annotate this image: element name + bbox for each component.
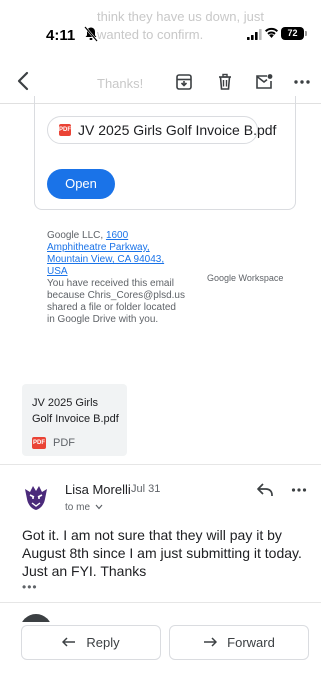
attachment-tile[interactable]: JV 2025 Girls Golf Invoice B.pdf PDF PDF: [22, 384, 127, 456]
recipient-toggle[interactable]: to me: [65, 502, 103, 513]
pdf-file-icon: PDF: [32, 437, 46, 449]
more-horizontal-icon[interactable]: [291, 484, 307, 496]
open-button[interactable]: Open: [47, 169, 115, 199]
status-time: 4:11: [46, 27, 76, 44]
pdf-file-icon: PDF: [59, 124, 71, 136]
bell-muted-icon: [84, 26, 98, 42]
message-date: Jul 31: [131, 483, 161, 495]
address-link[interactable]: Amphitheatre Parkway,: [47, 242, 150, 253]
file-chip-name: JV 2025 Girls Golf Invoice B.pdf: [78, 122, 277, 138]
sender-avatar[interactable]: [20, 480, 52, 512]
email-footer: Google LLC, 1600 Amphitheatre Parkway, M…: [47, 230, 185, 325]
wildcat-logo-icon: [20, 480, 52, 512]
mark-unread-icon[interactable]: [254, 72, 274, 92]
message-divider: [0, 602, 321, 603]
file-chip[interactable]: PDF JV 2025 Girls Golf Invoice B.pdf: [47, 116, 276, 144]
forward-button[interactable]: Forward: [169, 625, 309, 660]
attachment-type: PDF: [53, 437, 75, 449]
forward-icon: [204, 637, 218, 647]
address-link[interactable]: Mountain View, CA 94043,: [47, 254, 164, 265]
message-divider: [0, 464, 321, 465]
reply-icon: [62, 637, 76, 647]
show-trimmed-content-button[interactable]: •••: [22, 580, 38, 594]
reply-icon[interactable]: [256, 482, 274, 498]
reply-button[interactable]: Reply: [21, 625, 161, 660]
address-link[interactable]: USA: [47, 266, 68, 277]
trash-icon[interactable]: [215, 72, 235, 92]
message-body: Got it. I am not sure that they will pay…: [22, 527, 302, 579]
wifi-icon: [265, 27, 278, 38]
chevron-down-icon: [95, 504, 103, 510]
battery-indicator: 72: [281, 27, 307, 40]
address-link[interactable]: 1600: [106, 230, 128, 241]
sender-name[interactable]: Lisa Morelli: [65, 482, 131, 497]
attachment-title: JV 2025 Girls Golf Invoice B.pdf: [32, 397, 119, 425]
google-workspace-logo: Google Workspace: [207, 273, 284, 283]
more-horizontal-icon[interactable]: [292, 72, 312, 92]
chevron-left-icon[interactable]: [14, 70, 34, 92]
archive-icon[interactable]: [174, 72, 194, 92]
